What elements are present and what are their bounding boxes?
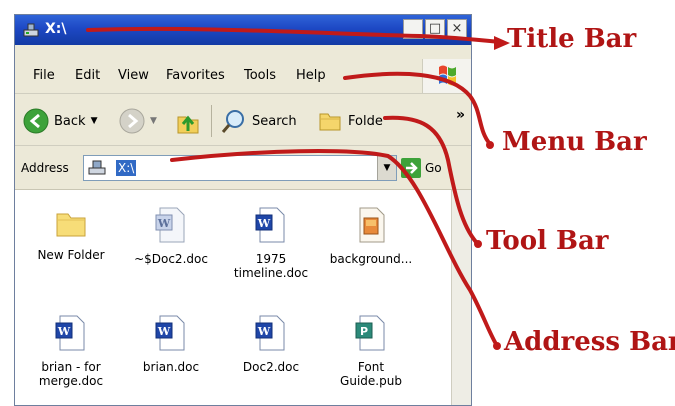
title-bar-pointer-line bbox=[86, 26, 502, 44]
menu-bar-callout: Menu Bar bbox=[502, 127, 647, 157]
title-bar-callout: Title Bar bbox=[507, 24, 637, 54]
tool-bar-callout: Tool Bar bbox=[486, 226, 609, 256]
menu-bar-pointer-dot bbox=[486, 141, 494, 149]
tool-bar-pointer-line bbox=[383, 115, 478, 244]
address-bar-pointer-dot bbox=[493, 342, 501, 350]
address-bar-pointer-line bbox=[170, 149, 498, 346]
annotated-screenshot: X:\ _ □ × File Edit View Favorites Tools… bbox=[0, 0, 675, 406]
tool-bar-pointer-dot bbox=[474, 240, 482, 248]
address-bar-callout: Address Bar bbox=[504, 327, 675, 357]
menu-bar-pointer-line bbox=[343, 71, 492, 146]
